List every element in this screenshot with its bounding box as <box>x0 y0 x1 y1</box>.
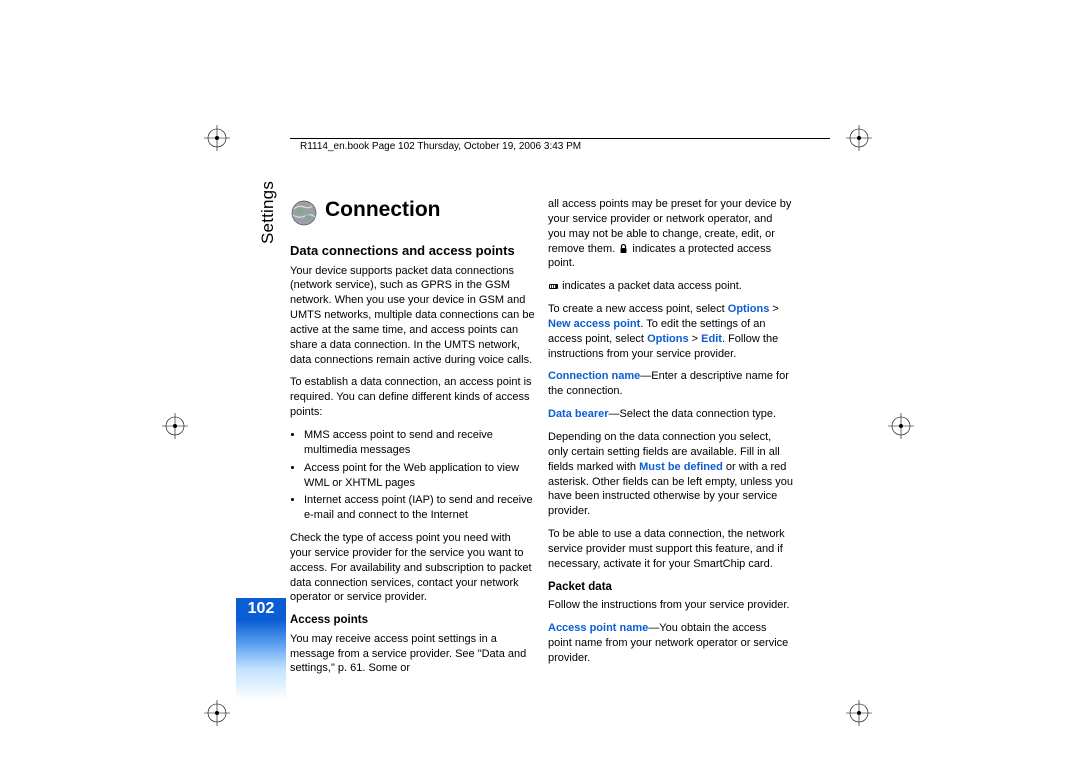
globe-icon <box>290 199 318 227</box>
body-text: Your device supports packet data connect… <box>290 264 535 368</box>
manual-page: R1114_en.book Page 102 Thursday, October… <box>0 0 1080 763</box>
field-label: Access point name <box>548 622 648 634</box>
bullet-list: MMS access point to send and receive mul… <box>290 428 535 523</box>
body-text: To be able to use a data connection, the… <box>548 527 793 572</box>
field-label: Connection name <box>548 370 640 382</box>
text-run: —Select the data connection type. <box>609 408 777 420</box>
text-run: > <box>769 303 778 315</box>
field-label: Must be defined <box>639 461 723 473</box>
menu-path: Options <box>647 333 689 345</box>
subheading-packet-data: Packet data <box>548 580 793 596</box>
list-item: Access point for the Web application to … <box>304 461 535 491</box>
menu-path: New access point <box>548 318 640 330</box>
field-label: Data bearer <box>548 408 609 420</box>
subheading-data-connections: Data connections and access points <box>290 242 535 260</box>
text-run: indicates a packet data access point. <box>562 280 742 292</box>
body-text: Check the type of access point you need … <box>290 531 535 605</box>
text-run: > <box>689 333 702 345</box>
body-text: Depending on the data connection you sel… <box>548 430 793 519</box>
section-tab-label: Settings <box>258 181 278 244</box>
menu-path: Edit <box>701 333 722 345</box>
crop-mark-icon <box>846 700 872 726</box>
subheading-access-points: Access points <box>290 613 535 629</box>
menu-path: Options <box>728 303 770 315</box>
body-text: Access point name—You obtain the access … <box>548 621 793 666</box>
header-text: R1114_en.book Page 102 Thursday, October… <box>300 141 581 152</box>
body-text: You may receive access point settings in… <box>290 632 535 677</box>
lock-icon <box>618 243 629 254</box>
right-column: all access points may be preset for your… <box>548 197 793 673</box>
crop-mark-icon <box>888 413 914 439</box>
body-text: Data bearer—Select the data connection t… <box>548 407 793 422</box>
crop-mark-icon <box>204 700 230 726</box>
crop-mark-icon <box>846 125 872 151</box>
body-text: To create a new access point, select Opt… <box>548 302 793 361</box>
body-text: Follow the instructions from your servic… <box>548 598 793 613</box>
page-title: Connection <box>325 198 441 222</box>
page-number: 102 <box>236 598 286 620</box>
packet-data-icon <box>548 281 559 292</box>
body-text: all access points may be preset for your… <box>548 197 793 271</box>
header-rule <box>290 138 830 139</box>
crop-mark-icon <box>162 413 188 439</box>
crop-mark-icon <box>204 125 230 151</box>
body-text: indicates a packet data access point. <box>548 279 793 294</box>
list-item: MMS access point to send and receive mul… <box>304 428 535 458</box>
body-text: Connection name—Enter a descriptive name… <box>548 369 793 399</box>
left-column: Data connections and access points Your … <box>290 242 535 684</box>
text-run: To create a new access point, select <box>548 303 728 315</box>
page-gradient <box>236 620 286 700</box>
list-item: Internet access point (IAP) to send and … <box>304 493 535 523</box>
body-text: To establish a data connection, an acces… <box>290 375 535 420</box>
